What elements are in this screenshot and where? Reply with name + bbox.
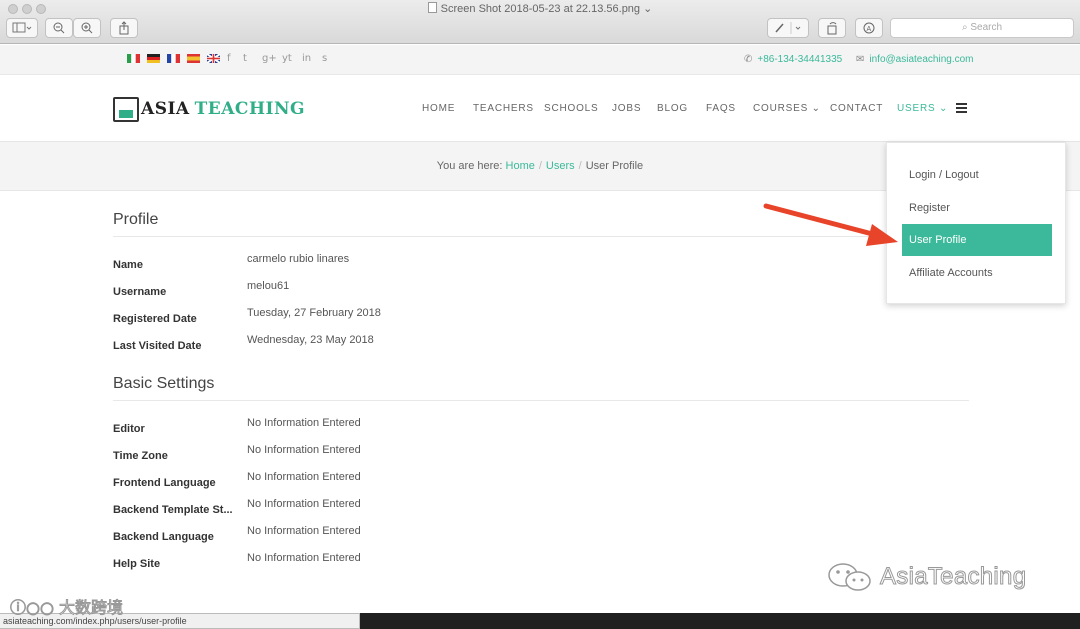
sidebar-icon [12, 22, 32, 33]
wechat-icon [828, 563, 871, 591]
svg-text:A: A [867, 26, 872, 33]
annotation-arrow-icon [763, 203, 898, 246]
chevron-down-icon: ⌄ [939, 103, 949, 114]
basic-settings-heading: Basic Settings [113, 375, 215, 392]
annotate-button[interactable]: A [855, 18, 883, 38]
spain-flag-icon[interactable] [187, 54, 200, 63]
nav-home[interactable]: HOME [422, 103, 455, 114]
share-icon [119, 21, 129, 35]
nav-faqs[interactable]: FAQS [706, 103, 736, 114]
facebook-icon[interactable]: f [227, 53, 231, 64]
zoom-in-button[interactable] [73, 18, 101, 38]
france-flag-icon[interactable] [167, 54, 180, 63]
phone-icon: ✆ [744, 54, 753, 65]
zoom-out-button[interactable] [45, 18, 73, 38]
frontend-language-value: No Information Entered [247, 471, 361, 483]
logo-icon [113, 96, 139, 122]
time-zone-label: Time Zone [113, 450, 168, 462]
watermark-asiateaching: AsiaTeaching [826, 562, 1027, 592]
profile-heading: Profile [113, 211, 159, 228]
zoom-out-icon [53, 22, 65, 34]
rotate-icon [827, 22, 837, 35]
editor-value: No Information Entered [247, 417, 361, 429]
pen-icon [775, 22, 801, 35]
share-button[interactable] [110, 18, 138, 38]
youtube-icon[interactable]: yt [282, 53, 292, 64]
breadcrumb-home[interactable]: Home [506, 160, 535, 172]
last-visited-date-value: Wednesday, 23 May 2018 [247, 334, 374, 346]
divider [113, 400, 969, 401]
email-link[interactable]: ✉ info@asiateaching.com [856, 54, 974, 65]
document-icon [427, 2, 437, 13]
window-toolbar: Screen Shot 2018-05-23 at 22.13.56.png ⌄… [0, 0, 1080, 44]
linkedin-icon[interactable]: in [302, 53, 311, 64]
help-site-value: No Information Entered [247, 552, 361, 564]
envelope-icon: ✉ [856, 54, 865, 65]
breadcrumb-current: User Profile [585, 160, 644, 172]
phone-link[interactable]: ✆ +86-134-34441335 [744, 54, 842, 65]
nav-blog[interactable]: BLOG [657, 103, 688, 114]
logo-mark-icon: ⓘ○○ [9, 598, 60, 618]
backend-language-value: No Information Entered [247, 525, 361, 537]
site-logo[interactable]: ASIA TEACHING [113, 96, 305, 122]
breadcrumb-users[interactable]: Users [546, 160, 575, 172]
site-header: ASIA TEACHING HOME TEACHERS SCHOOLS JOBS … [0, 76, 1080, 142]
google-plus-icon[interactable]: g+ [262, 53, 277, 64]
nav-users[interactable]: USERS ⌄ [897, 103, 948, 114]
name-label: Name [113, 259, 143, 271]
nav-contact[interactable]: CONTACT [830, 103, 883, 114]
zoom-in-icon [81, 22, 93, 34]
username-value: melou61 [247, 280, 290, 292]
backend-template-value: No Information Entered [247, 498, 361, 510]
skype-icon[interactable]: s [322, 53, 327, 64]
nav-jobs[interactable]: JOBS [612, 103, 641, 114]
frontend-language-label: Frontend Language [113, 477, 216, 489]
help-site-label: Help Site [113, 558, 161, 570]
menu-item-user-profile[interactable]: User Profile [902, 224, 1052, 256]
italy-flag-icon[interactable] [127, 54, 140, 63]
users-dropdown-menu: Login / Logout Register User Profile Aff… [886, 142, 1066, 304]
search-icon: ⌕ [961, 22, 968, 33]
menu-item-affiliate-accounts[interactable]: Affiliate Accounts [902, 257, 1052, 289]
nav-schools[interactable]: SCHOOLS [544, 103, 599, 114]
menu-item-register[interactable]: Register [902, 192, 1052, 224]
markup-button[interactable] [767, 18, 809, 38]
registered-date-label: Registered Date [113, 313, 197, 325]
twitter-icon[interactable]: t [243, 53, 247, 64]
top-info-bar: f t g+ yt in s ✆ +86-134-34441335 ✉ info@a… [0, 45, 1080, 75]
registered-date-value: Tuesday, 27 February 2018 [247, 307, 381, 319]
chevron-down-icon: ⌄ [811, 103, 821, 114]
editor-label: Editor [113, 423, 145, 435]
window-title: Screen Shot 2018-05-23 at 22.13.56.png ⌄ [0, 2, 1080, 15]
germany-flag-icon[interactable] [147, 54, 160, 63]
sidebar-toggle-button[interactable] [6, 18, 38, 38]
backend-template-label: Backend Template St... [113, 504, 233, 516]
nav-courses[interactable]: COURSES ⌄ [753, 103, 821, 114]
rotate-button[interactable] [818, 18, 846, 38]
backend-language-label: Backend Language [113, 531, 214, 543]
uk-flag-icon[interactable] [207, 54, 220, 63]
username-label: Username [113, 286, 167, 298]
time-zone-value: No Information Entered [247, 444, 361, 456]
search-input[interactable]: ⌕ Search [890, 18, 1074, 38]
chevron-down-icon: ⌄ [643, 3, 653, 15]
annotate-icon: A [863, 22, 875, 34]
menu-item-login-logout[interactable]: Login / Logout [902, 159, 1052, 191]
nav-teachers[interactable]: TEACHERS [473, 103, 534, 114]
name-value: carmelo rubio linares [247, 253, 350, 265]
watermark-left: ⓘ○○ 大数跨境 [9, 598, 124, 618]
last-visited-date-label: Last Visited Date [113, 340, 202, 352]
menu-icon[interactable] [956, 103, 967, 113]
